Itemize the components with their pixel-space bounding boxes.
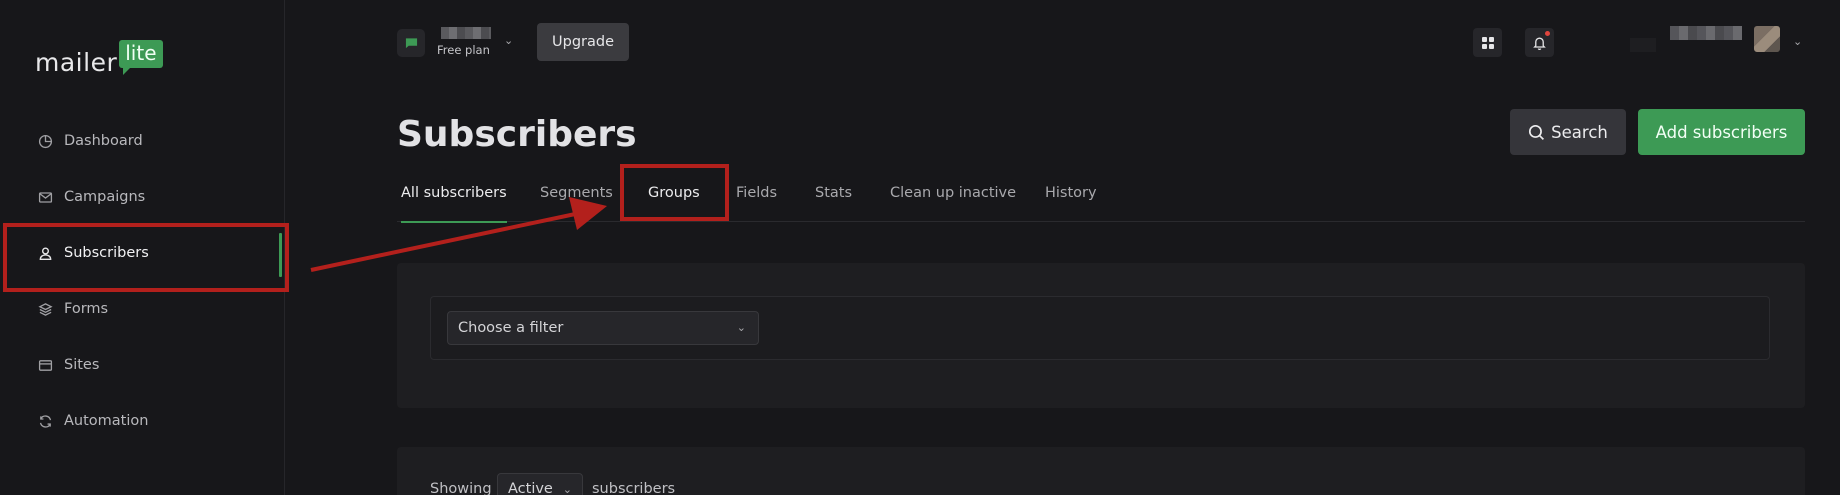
annotation-arrow <box>310 197 607 272</box>
